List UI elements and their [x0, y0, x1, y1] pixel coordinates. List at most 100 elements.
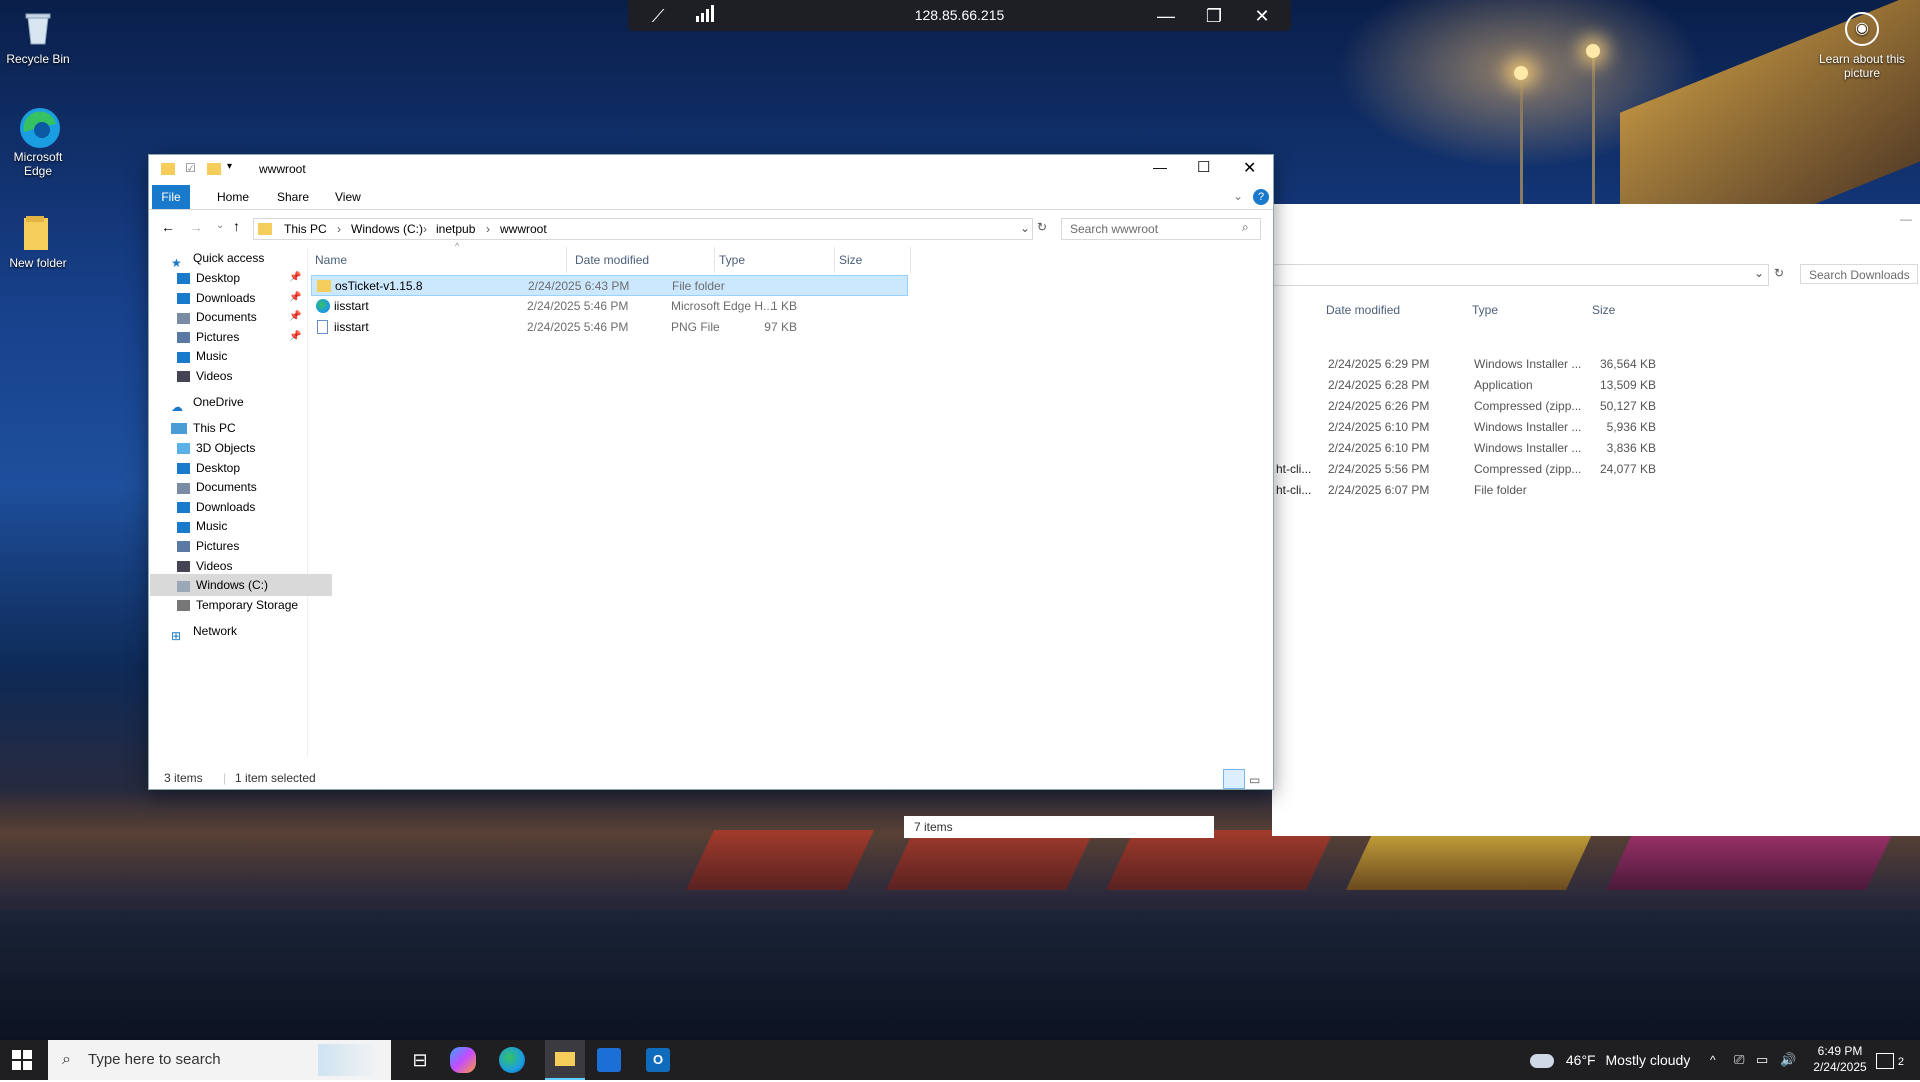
breadcrumb-separator-icon[interactable]: ›: [486, 222, 490, 236]
edge-icon[interactable]: [499, 1047, 525, 1073]
weather-widget[interactable]: 46°F Mostly cloudy: [1530, 1040, 1690, 1080]
downloads-window[interactable]: — ⌄ ↻ Search Downloads Date modified Typ…: [904, 204, 1920, 838]
downloads-search-input[interactable]: Search Downloads: [1800, 264, 1918, 284]
quick-access-toolbar-chevron-icon[interactable]: ▾: [227, 161, 232, 172]
details-view-icon[interactable]: [1223, 769, 1245, 789]
chevron-down-icon[interactable]: ⌄: [1020, 221, 1030, 235]
folder-icon: [317, 280, 331, 292]
nav-pc-temporary-storage[interactable]: Temporary Storage: [177, 594, 298, 616]
minimize-icon[interactable]: —: [1154, 4, 1178, 28]
downloads-file-type: Application: [1474, 378, 1533, 392]
music-icon: [177, 521, 190, 533]
explorer-window[interactable]: ☑ ▾ wwwroot — ☐ ✕ File Home Share View ⌄…: [149, 155, 1273, 789]
up-arrow-icon[interactable]: ↑: [233, 218, 240, 234]
downloads-address-bar[interactable]: ⌄: [1272, 264, 1769, 286]
expand-ribbon-icon[interactable]: ⌄: [1233, 189, 1243, 203]
breadcrumb-separator-icon[interactable]: ›: [337, 222, 341, 236]
learn-about-label: Learn about this picture: [1818, 52, 1906, 80]
tab-view[interactable]: View: [325, 185, 371, 209]
roof-detail: [1606, 830, 1894, 890]
breadcrumb-inetpub[interactable]: inetpub: [436, 222, 475, 236]
nav-this-pc[interactable]: This PC: [171, 417, 236, 439]
start-button[interactable]: [12, 1050, 32, 1073]
refresh-icon[interactable]: ↻: [1774, 266, 1784, 280]
new-folder-label: New folder: [9, 256, 67, 270]
recycle-bin-label: Recycle Bin: [6, 52, 70, 66]
search-icon[interactable]: ⌕: [1242, 220, 1249, 235]
store-icon[interactable]: [597, 1048, 621, 1072]
downloads-row[interactable]: ht-cli... 2/24/2025 5:56 PM Compressed (zi…: [1272, 459, 1920, 480]
downloads-row[interactable]: 2/24/2025 6:10 PM Windows Installer ... 5,…: [1272, 417, 1920, 438]
folder-icon: [555, 1052, 575, 1066]
copilot-icon[interactable]: [450, 1047, 476, 1073]
tab-home[interactable]: Home: [207, 185, 259, 209]
properties-icon[interactable]: ☑: [185, 161, 196, 175]
downloads-row[interactable]: 2/24/2025 6:10 PM Windows Installer ... 3,…: [1272, 438, 1920, 459]
3d-objects-icon: [177, 443, 190, 455]
column-date-modified[interactable]: Date modified: [1326, 296, 1400, 324]
downloads-row[interactable]: 2/24/2025 6:28 PM Application 13,509 KB: [1272, 375, 1920, 396]
close-icon[interactable]: ✕: [1243, 158, 1256, 178]
status-item-count: 3 items: [164, 771, 203, 785]
downloads-row[interactable]: ht-cli... 2/24/2025 6:07 PM File folder: [1272, 480, 1920, 501]
large-icons-view-icon[interactable]: ▭: [1249, 769, 1267, 787]
meet-now-icon[interactable]: ⎚: [1734, 1040, 1744, 1080]
breadcrumb-this-pc[interactable]: This PC: [284, 222, 327, 236]
tab-share[interactable]: Share: [267, 185, 319, 209]
address-bar[interactable]: This PC › Windows (C:) › inetpub › wwwro…: [253, 218, 1033, 240]
task-view-icon[interactable]: ⊟: [404, 1044, 436, 1076]
help-icon[interactable]: ?: [1253, 189, 1269, 205]
nav-onedrive[interactable]: ☁ OneDrive: [171, 391, 244, 414]
search-input[interactable]: Search wwwroot: [1061, 218, 1261, 240]
column-date-modified[interactable]: Date modified: [571, 247, 715, 273]
pin-icon[interactable]: 📌: [289, 326, 301, 348]
file-row[interactable]: iisstart 2/24/2025 5:46 PM PNG File 97 KB: [311, 317, 908, 338]
restore-icon[interactable]: ❐: [1202, 4, 1226, 28]
breadcrumb-windows-c[interactable]: Windows (C:): [351, 222, 423, 236]
taskbar-search-input[interactable]: ⌕ Type here to search: [48, 1040, 391, 1080]
clock[interactable]: 6:49 PM 2/24/2025: [1800, 1043, 1880, 1075]
column-name[interactable]: Name: [311, 247, 567, 273]
nav-quick-access[interactable]: ★ Quick access: [171, 247, 264, 270]
show-hidden-icons-chevron-icon[interactable]: ^: [1710, 1040, 1716, 1080]
maximize-icon[interactable]: ☐: [1197, 158, 1210, 176]
recent-locations-chevron-icon[interactable]: ⌄: [216, 220, 224, 231]
close-icon[interactable]: ✕: [1250, 4, 1274, 28]
folder-icon: [18, 212, 58, 252]
outlook-icon[interactable]: O: [646, 1048, 670, 1072]
nav-label: OneDrive: [193, 395, 244, 409]
breadcrumb-separator-icon[interactable]: ›: [423, 222, 427, 236]
learn-about-picture[interactable]: ◉ Learn about this picture: [1812, 12, 1912, 80]
column-size[interactable]: Size: [835, 247, 911, 273]
downloads-row[interactable]: 2/24/2025 6:29 PM Windows Installer ... 36…: [1272, 354, 1920, 375]
volume-icon[interactable]: 🔊: [1780, 1040, 1796, 1080]
column-type[interactable]: Type: [1472, 296, 1498, 324]
edge-html-icon: [316, 299, 330, 313]
notification-center-icon[interactable]: 2: [1876, 1040, 1904, 1080]
nav-network[interactable]: ⊞ Network: [171, 620, 237, 643]
drive-icon: [177, 580, 190, 592]
taskbar-search-placeholder: Type here to search: [88, 1051, 221, 1068]
breadcrumb-wwwroot[interactable]: wwwroot: [500, 222, 547, 236]
chevron-down-icon[interactable]: ⌄: [1754, 266, 1764, 280]
refresh-icon[interactable]: ↻: [1037, 220, 1047, 234]
file-explorer-icon[interactable]: [545, 1040, 585, 1080]
new-folder-shortcut[interactable]: New folder: [0, 212, 76, 270]
new-folder-icon[interactable]: [207, 163, 221, 175]
back-arrow-icon[interactable]: ←: [161, 219, 175, 235]
file-row[interactable]: iisstart 2/24/2025 5:46 PM Microsoft Edge …: [311, 296, 908, 317]
tab-file[interactable]: File: [152, 185, 190, 209]
downloads-row[interactable]: 2/24/2025 6:26 PM Compressed (zipp... 50,1…: [1272, 396, 1920, 417]
minimize-icon[interactable]: —: [1900, 212, 1912, 226]
nav-quick-videos[interactable]: Videos: [177, 365, 232, 387]
nav-label: Desktop: [196, 460, 241, 475]
column-type[interactable]: Type: [715, 247, 835, 273]
recycle-bin-shortcut[interactable]: Recycle Bin: [0, 8, 76, 66]
column-size[interactable]: Size: [1592, 296, 1615, 324]
edge-shortcut[interactable]: Microsoft Edge: [0, 106, 76, 178]
downloads-file-type: Windows Installer ...: [1474, 357, 1582, 371]
forward-arrow-icon[interactable]: →: [189, 219, 203, 235]
file-row[interactable]: osTicket-v1.15.8 2/24/2025 6:43 PM File fo…: [311, 275, 908, 296]
network-icon[interactable]: ▭: [1756, 1040, 1768, 1080]
minimize-icon[interactable]: —: [1153, 159, 1167, 175]
